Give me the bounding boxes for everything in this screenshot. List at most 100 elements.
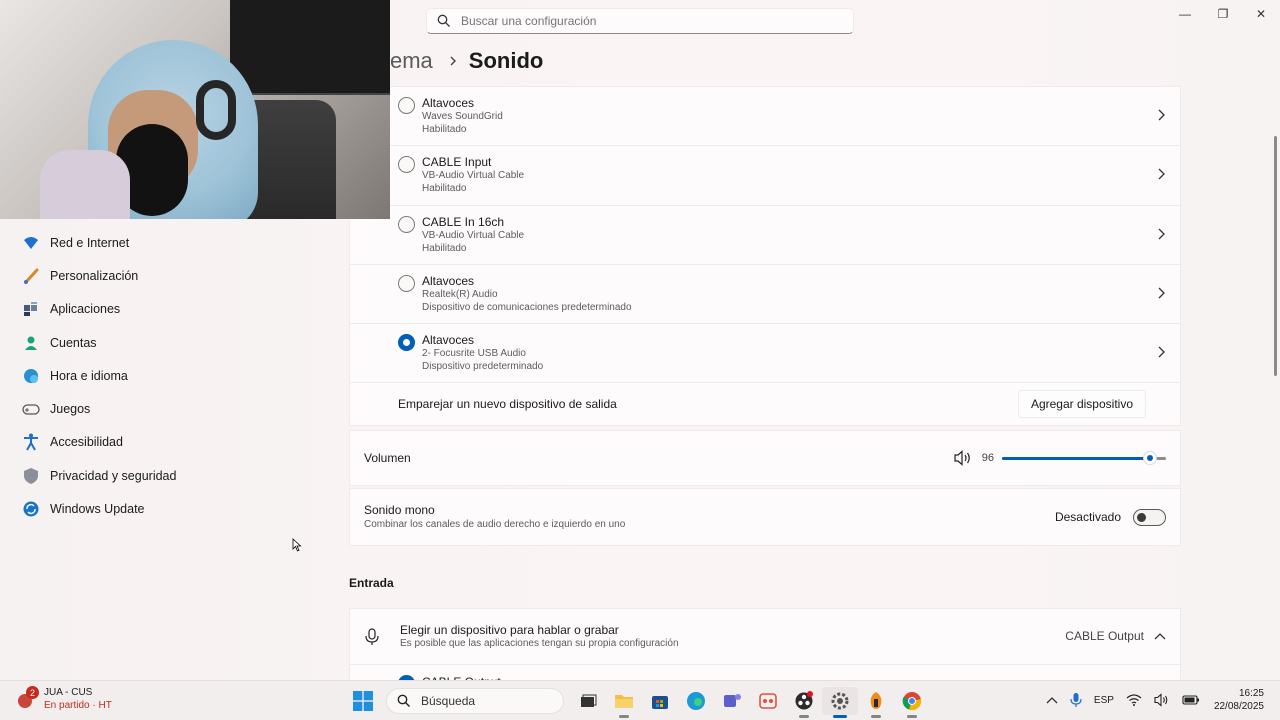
settings-search-input[interactable] — [461, 14, 841, 28]
battery-icon[interactable] — [1182, 694, 1200, 706]
device-radio-selected[interactable] — [398, 334, 415, 352]
choose-input-device-row[interactable]: Elegir un dispositivo para hablar o grab… — [350, 609, 1180, 666]
device-status: Dispositivo predeterminado — [422, 361, 544, 373]
input-section-title: Entrada — [349, 576, 394, 591]
clock-date: 22/08/2025 — [1213, 701, 1264, 712]
gamepad-icon — [22, 400, 40, 418]
add-device-button[interactable]: Agregar dispositivo — [1017, 390, 1146, 419]
sidebar-item-accounts[interactable]: Cuentas — [0, 326, 340, 359]
task-view-button[interactable] — [570, 687, 606, 715]
store-button[interactable] — [642, 687, 678, 715]
pair-device-label: Emparejar un nuevo dispositivo de salida — [398, 397, 617, 412]
chevron-up-icon[interactable] — [1154, 632, 1166, 640]
microphone-icon[interactable] — [1070, 692, 1082, 708]
speaker-icon[interactable] — [954, 450, 972, 467]
close-button[interactable]: ✕ — [1242, 0, 1280, 28]
device-radio[interactable] — [398, 274, 415, 292]
volume-card: Volumen 96 — [349, 430, 1181, 487]
volume-slider[interactable] — [1002, 448, 1166, 468]
device-status: Dispositivo de comunicaciones predetermi… — [422, 302, 632, 314]
device-status: Habilitado — [422, 124, 467, 136]
chevron-up-icon[interactable] — [1046, 696, 1058, 704]
globe-clock-icon — [22, 367, 40, 385]
mono-audio-subtitle: Combinar los canales de audio derecho e … — [364, 519, 626, 531]
device-driver: VB-Audio Virtual Cable — [422, 229, 525, 241]
settings-button[interactable] — [822, 687, 858, 718]
mono-audio-title: Sonido mono — [364, 503, 435, 518]
sidebar-item-windows-update[interactable]: Windows Update — [0, 492, 340, 525]
mono-audio-text: Sonido mono Combinar los canales de audi… — [364, 503, 625, 531]
store-icon — [652, 696, 668, 709]
scrollbar[interactable] — [1274, 136, 1277, 376]
device-name: CABLE In 16ch — [422, 214, 505, 229]
wifi-icon[interactable] — [1126, 694, 1142, 706]
settings-search-box[interactable] — [426, 8, 854, 34]
sidebar-item-network[interactable]: Red e Internet — [0, 226, 340, 259]
sidebar-item-gaming[interactable]: Juegos — [0, 392, 340, 425]
language-indicator[interactable]: ESP — [1094, 695, 1114, 706]
sidebar-item-personalization[interactable]: Personalización — [0, 259, 340, 292]
sidebar-item-label: Cuentas — [50, 335, 97, 350]
chevron-right-icon[interactable] — [1156, 109, 1166, 121]
active-indicator — [833, 715, 847, 718]
window-controls: — ❐ ✕ — [1166, 0, 1280, 28]
snipping-tool-button[interactable] — [750, 687, 786, 715]
speaker-icon[interactable] — [1154, 693, 1170, 707]
chevron-right-icon[interactable] — [1156, 346, 1166, 358]
output-device-row-selected[interactable]: Altavoces 2- Focusrite USB Audio Disposi… — [350, 324, 1180, 384]
sidebar-item-accessibility[interactable]: Accesibilidad — [0, 426, 340, 459]
device-radio[interactable] — [398, 215, 415, 233]
restore-button[interactable]: ❐ — [1204, 0, 1242, 28]
sidebar-item-label: Personalización — [50, 268, 139, 283]
chevron-right-icon[interactable] — [1156, 168, 1166, 180]
gear-icon — [831, 692, 849, 710]
output-device-row[interactable]: CABLE In 16ch VB-Audio Virtual Cable Hab… — [350, 206, 1180, 265]
clock[interactable]: 16:25 22/08/2025 — [1214, 687, 1264, 713]
device-name: Altavoces — [422, 333, 475, 348]
chevron-right-icon[interactable] — [1156, 287, 1166, 299]
volume-label: Volumen — [364, 451, 411, 466]
device-radio[interactable] — [398, 156, 415, 174]
settings-window: — ❐ ✕ ema Sonido Red e Internet Personal… — [0, 0, 1280, 697]
sidebar-item-apps[interactable]: Aplicaciones — [0, 293, 340, 326]
output-device-row[interactable]: Altavoces Realtek(R) Audio Dispositivo d… — [350, 265, 1180, 325]
mono-audio-toggle[interactable] — [1133, 508, 1166, 526]
running-indicator — [799, 715, 809, 718]
device-radio[interactable] — [398, 97, 415, 114]
file-explorer-button[interactable] — [606, 687, 642, 718]
edge-button[interactable] — [678, 687, 714, 715]
sidebar-item-label: Red e Internet — [50, 235, 130, 250]
headphones — [196, 80, 236, 140]
taskbar-search-label: Búsqueda — [421, 694, 476, 708]
windows-logo-icon — [353, 691, 373, 711]
minimize-button[interactable]: — — [1166, 0, 1204, 28]
fl-studio-button[interactable] — [858, 687, 894, 718]
chevron-right-icon[interactable] — [1156, 228, 1166, 240]
search-icon — [397, 694, 410, 707]
device-driver: Waves SoundGrid — [422, 111, 503, 123]
taskbar-search[interactable]: Búsqueda — [386, 688, 564, 714]
obs-button[interactable] — [786, 687, 822, 718]
start-button[interactable] — [350, 688, 376, 714]
pair-device-row: Emparejar un nuevo dispositivo de salida… — [350, 383, 1180, 425]
sidebar-item-privacy[interactable]: Privacidad y seguridad — [0, 459, 340, 492]
sports-text: JUA - CUS En partido · HT — [44, 686, 112, 712]
current-input-device[interactable]: CABLE Output — [1065, 629, 1166, 643]
taskbar-widget-sports[interactable]: 2 JUA - CUS En partido · HT — [16, 686, 112, 712]
accessibility-icon — [22, 433, 40, 451]
sidebar-item-label: Windows Update — [50, 502, 145, 517]
sports-icon: 2 — [16, 686, 39, 710]
breadcrumb-parent[interactable]: ema — [390, 48, 433, 74]
snipping-tool-icon — [759, 693, 777, 709]
sports-status: En partido · HT — [44, 700, 112, 711]
teams-button[interactable] — [714, 687, 750, 715]
device-name: CABLE Input — [422, 155, 492, 170]
chrome-button[interactable] — [894, 687, 930, 718]
system-tray: ESP 16:25 22/08/2025 — [1040, 687, 1264, 713]
mono-audio-toggle-group: Desactivado — [1055, 508, 1166, 526]
output-device-row[interactable]: Altavoces Waves SoundGrid Habilitado — [350, 87, 1180, 147]
slider-thumb[interactable] — [1142, 451, 1157, 466]
output-device-row[interactable]: CABLE Input VB-Audio Virtual Cable Habil… — [350, 146, 1180, 206]
sidebar-item-time-language[interactable]: Hora e idioma — [0, 359, 340, 392]
main-content: Altavoces Waves SoundGrid Habilitado CAB… — [349, 86, 1181, 697]
